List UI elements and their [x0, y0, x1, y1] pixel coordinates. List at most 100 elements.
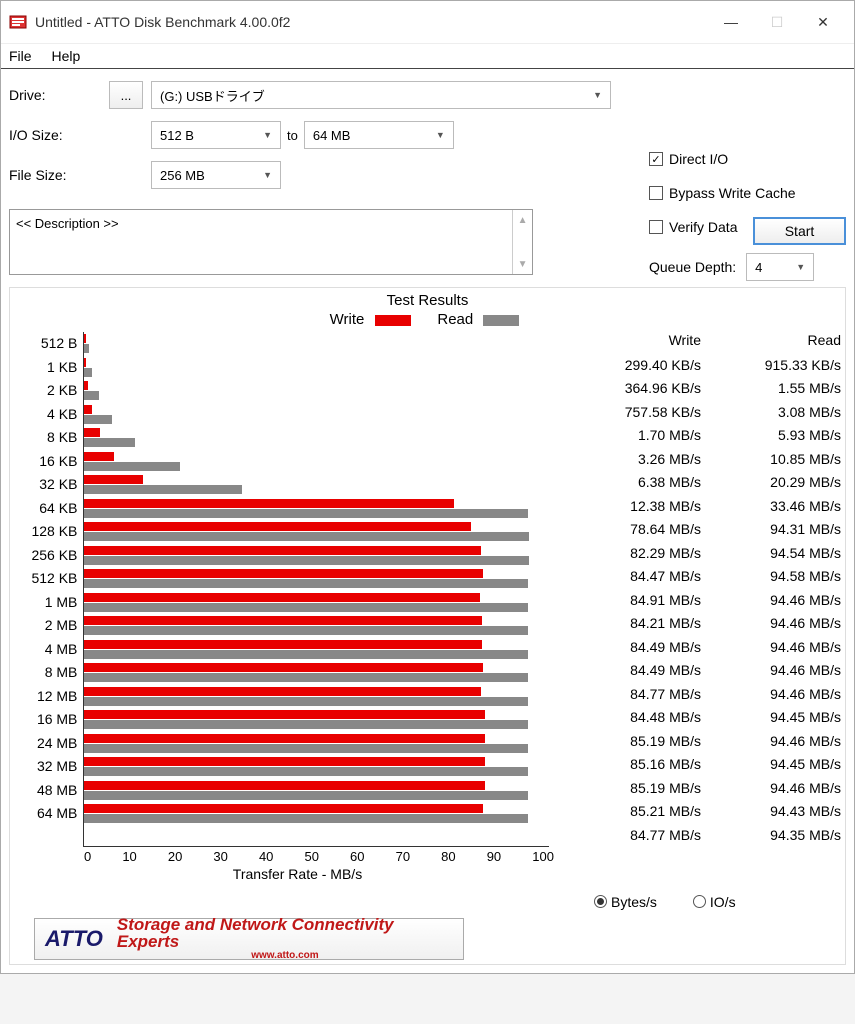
write-cell: 78.64 MB/s	[561, 521, 701, 537]
io-max-value: 64 MB	[313, 128, 351, 143]
x-tick-label: 10	[122, 849, 136, 864]
read-cell: 94.35 MB/s	[701, 827, 841, 843]
bar-read	[84, 509, 527, 518]
drive-select[interactable]: (G:) USBドライブ ▼	[151, 81, 611, 109]
bar-write	[84, 499, 454, 508]
bar-write	[84, 804, 482, 813]
write-cell: 85.19 MB/s	[561, 780, 701, 796]
chart-legend: Write Read	[14, 311, 841, 328]
read-cell: 94.46 MB/s	[701, 662, 841, 678]
read-cell: 94.46 MB/s	[701, 639, 841, 655]
minimize-button[interactable]: —	[708, 7, 754, 37]
bar-write	[84, 358, 86, 367]
direct-io-label: Direct I/O	[669, 151, 728, 167]
io-max-select[interactable]: 64 MB ▼	[304, 121, 454, 149]
bar-write	[84, 757, 484, 766]
read-cell: 1.55 MB/s	[701, 380, 841, 396]
bytes-per-sec-radio[interactable]	[594, 895, 607, 908]
write-cell: 6.38 MB/s	[561, 474, 701, 490]
bar-read	[84, 556, 529, 565]
read-cell: 94.46 MB/s	[701, 686, 841, 702]
table-row: 757.58 KB/s3.08 MB/s	[561, 400, 841, 424]
table-row: 82.29 MB/s94.54 MB/s	[561, 541, 841, 565]
table-row: 84.48 MB/s94.45 MB/s	[561, 706, 841, 730]
to-label: to	[287, 128, 298, 143]
read-cell: 94.46 MB/s	[701, 615, 841, 631]
table-row: 84.47 MB/s94.58 MB/s	[561, 565, 841, 589]
write-cell: 757.58 KB/s	[561, 404, 701, 420]
write-cell: 299.40 KB/s	[561, 357, 701, 373]
write-cell: 84.48 MB/s	[561, 709, 701, 725]
x-tick-label: 70	[396, 849, 410, 864]
table-row: 85.16 MB/s94.45 MB/s	[561, 753, 841, 777]
y-tick-label: 512 B	[14, 332, 77, 356]
bar-read	[84, 344, 88, 353]
io-per-sec-label: IO/s	[710, 894, 736, 910]
read-cell: 915.33 KB/s	[701, 357, 841, 373]
write-cell: 85.21 MB/s	[561, 803, 701, 819]
bar-write	[84, 381, 88, 390]
drive-browse-button[interactable]: ...	[109, 81, 143, 109]
bar-write	[84, 593, 480, 602]
bar-write	[84, 546, 481, 555]
maximize-button[interactable]: ☐	[754, 7, 800, 37]
bar-read	[84, 462, 179, 471]
bar-write	[84, 640, 481, 649]
queue-depth-select[interactable]: 4 ▼	[746, 253, 814, 281]
bar-read	[84, 814, 527, 823]
chevron-down-icon: ▼	[593, 90, 602, 100]
y-tick-label: 64 MB	[14, 802, 77, 826]
bar-read	[84, 415, 112, 424]
bar-write	[84, 428, 99, 437]
scroll-up-icon[interactable]: ▲	[513, 210, 532, 230]
y-tick-label: 16 KB	[14, 450, 77, 474]
x-tick-label: 40	[259, 849, 273, 864]
io-min-value: 512 B	[160, 128, 194, 143]
bar-read	[84, 579, 528, 588]
bar-read	[84, 485, 241, 494]
y-tick-label: 4 MB	[14, 638, 77, 662]
app-icon	[9, 13, 27, 31]
table-header-read: Read	[701, 332, 841, 348]
bar-read	[84, 767, 528, 776]
write-cell: 12.38 MB/s	[561, 498, 701, 514]
bar-read	[84, 791, 528, 800]
close-button[interactable]: ✕	[800, 7, 846, 37]
legend-write-label: Write	[330, 311, 365, 328]
menu-help[interactable]: Help	[51, 48, 80, 64]
verify-checkbox[interactable]	[649, 220, 663, 234]
io-min-select[interactable]: 512 B ▼	[151, 121, 281, 149]
x-tick-label: 0	[84, 849, 91, 864]
bar-read	[84, 391, 98, 400]
drive-value: (G:) USBドライブ	[160, 86, 265, 105]
table-row: 85.21 MB/s94.43 MB/s	[561, 800, 841, 824]
description-textarea[interactable]: << Description >> ▲ ▼	[9, 209, 533, 275]
table-row: 6.38 MB/s20.29 MB/s	[561, 471, 841, 495]
file-size-select[interactable]: 256 MB ▼	[151, 161, 281, 189]
banner-url: www.atto.com	[117, 950, 453, 961]
bar-write	[84, 687, 481, 696]
y-tick-label: 8 KB	[14, 426, 77, 450]
table-row: 1.70 MB/s5.93 MB/s	[561, 424, 841, 448]
io-per-sec-radio[interactable]	[693, 895, 706, 908]
table-row: 3.26 MB/s10.85 MB/s	[561, 447, 841, 471]
table-row: 84.77 MB/s94.46 MB/s	[561, 682, 841, 706]
read-cell: 20.29 MB/s	[701, 474, 841, 490]
scroll-down-icon[interactable]: ▼	[513, 254, 532, 274]
x-tick-label: 90	[487, 849, 501, 864]
atto-banner[interactable]: ATTO Storage and Network Connectivity Ex…	[34, 918, 464, 960]
table-row: 364.96 KB/s1.55 MB/s	[561, 377, 841, 401]
y-tick-label: 128 KB	[14, 520, 77, 544]
table-row: 12.38 MB/s33.46 MB/s	[561, 494, 841, 518]
read-cell: 94.45 MB/s	[701, 709, 841, 725]
legend-write-swatch	[375, 315, 411, 326]
write-cell: 84.49 MB/s	[561, 662, 701, 678]
direct-io-checkbox[interactable]: ✓	[649, 152, 663, 166]
bypass-checkbox[interactable]	[649, 186, 663, 200]
bar-read	[84, 720, 528, 729]
description-placeholder: << Description >>	[10, 210, 512, 274]
write-cell: 3.26 MB/s	[561, 451, 701, 467]
chevron-down-icon: ▼	[263, 130, 272, 140]
y-tick-label: 16 MB	[14, 708, 77, 732]
menu-file[interactable]: File	[9, 48, 32, 64]
